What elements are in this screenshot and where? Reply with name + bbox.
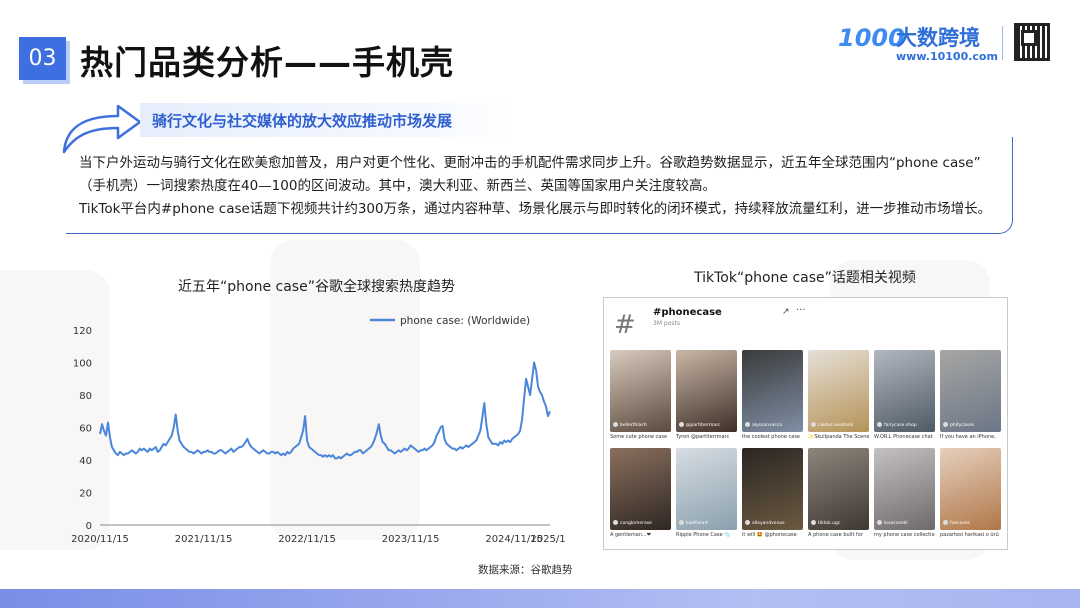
tiktok-screenshot: # #phonecase 3M posts ↗ ··· bellerthlach… [603,297,1008,550]
y-tick-label: 60 [79,424,92,435]
video-username: tiktok.ugc [811,520,840,526]
qr-code-icon [1014,23,1050,61]
y-tick-label: 100 [73,359,92,370]
video-caption: Tyron @partiterrmarc [676,434,730,440]
tiktok-section-title: TikTok“phone case”话题相关视频 [694,270,916,286]
video-username: fairycase.shop [877,422,917,428]
video-caption: Ripple Phone Case 🫧 [676,532,731,538]
share-icon[interactable]: ↗ [782,307,790,317]
video-username: alloyandvenus [745,520,785,526]
video-caption: my phone case collection [874,532,935,538]
video-thumbnail[interactable]: fairycase.shop [874,350,935,432]
video-thumbnail[interactable]: lovecasekl [874,448,935,530]
series-line [99,361,551,460]
video-card[interactable]: caidus.aviatoris ✨Skullpanda The Scene [808,350,869,441]
video-card[interactable]: @partiterrmarc Tyron @partiterrmarc [676,350,737,441]
video-card[interactable]: lovecasekl my phone case collection [874,448,935,539]
video-caption: W.OR.L Phonecase chat [874,434,933,440]
video-card[interactable]: bellerthlach Some cute phone case [610,350,671,441]
x-tick-label: 2020/11/15 [71,534,129,545]
y-tick-label: 80 [79,391,92,402]
video-thumbnail[interactable]: tiktok.ugc [808,448,869,530]
description-line: （手机壳）一词搜索热度在40—100的区间波动。其中，澳大利亚、新西兰、英国等国… [79,178,716,194]
section-number-badge: 03 [19,37,66,80]
hashtag-icon: # [614,310,636,340]
video-card[interactable]: phitycases If you have an iPhone, [940,350,1001,441]
video-card[interactable]: conglomerase A gentleman...❤ [610,448,671,539]
description-line: 当下户外运动与骑行文化在欧美愈加普及，用户对更个性化、更耐冲击的手机配件需求同步… [79,155,981,171]
y-tick-label: 0 [86,521,92,532]
logo-divider [1002,26,1003,60]
video-caption: ✨Skullpanda The Scene [808,434,869,440]
y-tick-label: 120 [73,326,92,337]
video-caption: it will 🤩 @phonecase [742,532,797,538]
video-thumbnail[interactable]: alyssanvacco [742,350,803,432]
data-source: 数据来源：谷歌趋势 [478,564,573,576]
video-thumbnail[interactable]: fuecases [940,448,1001,530]
video-thumbnail[interactable]: conglomerase [610,448,671,530]
video-card[interactable]: alloyandvenus it will 🤩 @phonecase [742,448,803,539]
video-card[interactable]: tiktok.ugc A phone case built for [808,448,869,539]
video-thumbnail[interactable]: caidus.aviatoris [808,350,869,432]
x-tick-label: 2023/11/15 [382,534,440,545]
logo-url: www.10100.com [896,50,998,63]
video-caption: pazartesi harikasi o ürü [940,532,999,538]
video-thumbnail[interactable]: phitycases [940,350,1001,432]
video-card[interactable]: alyssanvacco the coolest phone case [742,350,803,441]
description-text: 当下户外运动与骑行文化在欧美愈加普及，用户对更个性化、更耐冲击的手机配件需求同步… [79,152,1009,221]
video-card[interactable]: fairycase.shop W.OR.L Phonecase chat [874,350,935,441]
video-username: bellerthlach [613,422,647,428]
legend-label: phone case: (Worldwide) [400,315,530,327]
search-trend-chart: 0 20 40 60 80 100 120 2020/11/15 2021/11/15 2022/… [71,315,565,545]
video-username: alyssanvacco [745,422,782,428]
tiktok-hashtag[interactable]: #phonecase [653,307,722,318]
x-tick-label: 2022/11/15 [278,534,336,545]
description-line: TikTok平台内#phone case话题下视频共计约300万条，通过内容种草… [79,201,992,217]
video-caption: A phone case built for [808,532,863,538]
video-grid: bellerthlach Some cute phone case @partite… [610,350,1003,539]
logo-mark: 1000 [838,24,905,52]
more-icon[interactable]: ··· [796,305,806,316]
video-thumbnail[interactable]: @partiterrmarc [676,350,737,432]
video-caption: Some cute phone case [610,434,668,440]
video-card[interactable]: kaelterart Ripple Phone Case 🫧 [676,448,737,539]
brand-logo: 1000 大数跨境 www.10100.com [838,22,998,68]
video-caption: A gentleman...❤ [610,532,651,538]
video-thumbnail[interactable]: kaelterart [676,448,737,530]
video-username: @partiterrmarc [679,422,720,428]
video-username: caidus.aviatoris [811,422,853,428]
video-username: phitycases [943,422,974,428]
video-username: kaelterart [679,520,708,526]
y-tick-label: 40 [79,456,92,467]
y-tick-label: 20 [79,489,92,500]
subheading: 骑行文化与社交媒体的放大效应推动市场发展 [152,112,453,130]
logo-name: 大数跨境 [896,26,980,50]
x-tick-label: 2025/1 [530,534,565,545]
page-title: 热门品类分析——手机壳 [80,43,454,82]
video-username: lovecasekl [877,520,908,526]
x-tick-label: 2021/11/15 [175,534,233,545]
chart-title: 近五年“phone case”谷歌全球搜索热度趋势 [178,279,455,295]
video-caption: the coolest phone case [742,434,801,440]
video-username: fuecases [943,520,970,526]
video-caption: If you have an iPhone, [940,434,996,440]
video-card[interactable]: fuecases pazartesi harikasi o ürü [940,448,1001,539]
video-thumbnail[interactable]: alloyandvenus [742,448,803,530]
tiktok-post-count: 3M posts [653,320,680,327]
video-username: conglomerase [613,520,652,526]
footer-band [0,589,1080,608]
video-thumbnail[interactable]: bellerthlach [610,350,671,432]
